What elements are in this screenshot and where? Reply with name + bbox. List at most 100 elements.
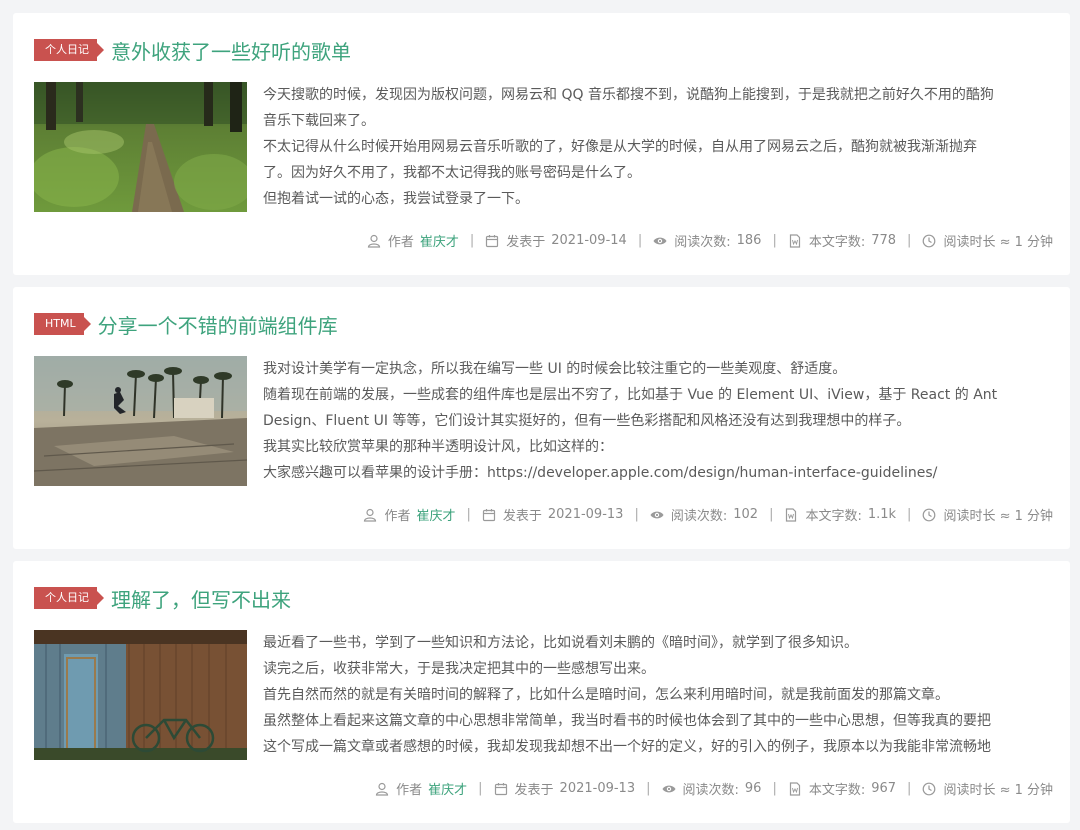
read-time: 阅读时长 ≈ 1 分钟 [943,235,1053,250]
meta-divider: | [646,781,651,796]
user-icon [363,508,377,522]
excerpt-line: 我其实比较欣赏苹果的那种半透明设计风，比如这样的： [263,439,613,455]
author-label: 作者 [396,783,423,798]
author-link[interactable]: 崔庆才 [428,779,467,798]
read-time: 阅读时长 ≈ 1 分钟 [943,783,1053,798]
excerpt-line: 读完之后，收获非常大，于是我决定把其中的一些感想写出来。 [263,661,655,677]
meta-date: 发表于 2021-09-13 [494,779,636,798]
post-thumbnail[interactable] [34,356,247,486]
author-label: 作者 [387,235,414,250]
meta-date: 发表于 2021-09-14 [485,231,627,250]
meta-divider: | [769,507,774,522]
excerpt-line: 今天搜歌的时候，发现因为版权问题，网易云和 QQ 音乐都搜不到，说酷狗上能搜到，… [263,87,994,103]
post-title[interactable]: 分享一个不错的前端组件库 [98,310,338,339]
user-icon [367,234,381,248]
meta-read-time: 阅读时长 ≈ 1 分钟 [922,779,1053,798]
date-label: 发表于 [502,509,542,524]
post-card: 个人日记 意外收获了一些好听的歌单 今天搜歌的时候，发现因为版权问题，网易云和 … [13,13,1070,275]
meta-divider: | [466,507,471,522]
words-count: 1.1k [867,507,897,522]
post-excerpt: 我对设计美学有一定执念，所以我在编写一些 UI 的时候会比较注重它的一些美观度、… [263,356,1055,486]
post-excerpt: 最近看了一些书，学到了一些知识和方法论，比如说看刘未鹏的《暗时间》，就学到了很多… [263,630,1055,760]
post-thumbnail[interactable] [34,82,247,212]
author-link[interactable]: 崔庆才 [420,231,459,250]
calendar-icon [482,508,496,522]
words-label: 本文字数: [805,509,862,524]
post-card: 个人日记 理解了，但写不出来 最近看了一些书，学到了一些知识和方法论，比如说看刘… [13,561,1070,823]
meta-author: 作者 崔庆才 [367,231,459,250]
eye-icon [650,508,664,522]
words-count: 778 [871,233,897,248]
excerpt-line: Design、Fluent UI 等等，它们设计其实挺好的，但有一些色彩搭配和风… [263,413,911,429]
clock-icon [922,234,936,248]
meta-divider: | [478,781,483,796]
excerpt-line: 首先自然而然的就是有关暗时间的解释了，比如什么是暗时间，怎么来利用暗时间，就是我… [263,687,949,703]
document-icon [788,781,802,796]
date-label: 发表于 [506,235,546,250]
words-label: 本文字数: [808,783,866,798]
views-count: 186 [736,233,762,248]
post-date: 2021-09-14 [551,233,627,248]
post-header: 个人日记 意外收获了一些好听的歌单 [34,36,351,65]
post-meta: 作者 崔庆才 | 发表于 2021-09-13 | 阅读次数: 102 | 本文… [363,505,1053,524]
meta-read-time: 阅读时长 ≈ 1 分钟 [922,505,1053,524]
meta-divider: | [469,233,475,248]
meta-divider: | [907,233,912,248]
meta-divider: | [637,233,643,248]
meta-divider: | [772,233,777,248]
excerpt-line: 大家感兴趣可以看苹果的设计手册：https://developer.apple.… [263,465,938,481]
excerpt-line: 音乐下载回来了。 [263,113,375,129]
post-excerpt: 今天搜歌的时候，发现因为版权问题，网易云和 QQ 音乐都搜不到，说酷狗上能搜到，… [263,82,1055,212]
meta-words: 本文字数: 967 [788,779,896,798]
post-header: 个人日记 理解了，但写不出来 [34,584,291,613]
document-icon [784,507,798,522]
meta-date: 发表于 2021-09-13 [482,505,624,524]
excerpt-line: 但抱着试一试的心态，我尝试登录了一下。 [263,191,529,207]
category-tag[interactable]: HTML [34,313,91,335]
views-count: 102 [733,507,759,522]
read-time: 阅读时长 ≈ 1 分钟 [943,509,1053,524]
post-date: 2021-09-13 [559,781,636,796]
user-icon [375,782,389,796]
excerpt-line: 随着现在前端的发展，一些成套的组件库也是层出不穷了，比如基于 Vue 的 Ele… [263,387,998,403]
post-title[interactable]: 意外收获了一些好听的歌单 [111,36,351,65]
excerpt-line: 了。因为好久不用了，我都不太记得我的账号密码是什么了。 [263,165,641,181]
category-tag[interactable]: 个人日记 [34,587,104,609]
author-label: 作者 [384,509,411,524]
calendar-icon [485,234,499,248]
date-label: 发表于 [514,783,554,798]
post-header: HTML 分享一个不错的前端组件库 [34,310,338,339]
meta-read-time: 阅读时长 ≈ 1 分钟 [922,231,1053,250]
post-title[interactable]: 理解了，但写不出来 [111,584,291,613]
post-thumbnail[interactable] [34,630,247,760]
author-link[interactable]: 崔庆才 [416,505,455,524]
calendar-icon [494,782,508,796]
meta-divider: | [907,507,912,522]
words-count: 967 [871,781,897,796]
post-date: 2021-09-13 [547,507,624,522]
eye-icon [662,782,676,796]
meta-author: 作者 崔庆才 [375,779,467,798]
meta-divider: | [634,507,639,522]
forest-path-image [34,82,247,212]
views-label: 阅读次数: [674,235,731,250]
document-icon [788,233,802,248]
views-count: 96 [744,781,762,796]
meta-words: 本文字数: 778 [788,231,896,250]
excerpt-line: 不太记得从什么时候开始用网易云音乐听歌的了，好像是从大学的时候，自从用了网易云之… [263,139,977,155]
post-meta: 作者 崔庆才 | 发表于 2021-09-14 | 阅读次数: 186 | 本文… [367,231,1053,250]
post-meta: 作者 崔庆才 | 发表于 2021-09-13 | 阅读次数: 96 | 本文字… [375,779,1053,798]
meta-divider: | [772,781,777,796]
views-label: 阅读次数: [670,509,728,524]
excerpt-line: 虽然整体上看起来这篇文章的中心思想非常简单，我当时看书的时候也体会到了其中的一些… [263,713,991,729]
excerpt-line: 这个写成一篇文章或者感想的时候，我却发现我却想不出一个好的定义，好的引入的例子，… [263,739,991,755]
views-label: 阅读次数: [682,783,739,798]
category-tag[interactable]: 个人日记 [34,39,104,61]
meta-author: 作者 崔庆才 [363,505,455,524]
wooden-shed-image [34,630,247,760]
meta-views: 阅读次数: 96 [662,779,762,798]
meta-views: 阅读次数: 186 [653,231,761,250]
post-card: HTML 分享一个不错的前端组件库 我对设计美学有一定执念，所以我在编写一些 U… [13,287,1070,549]
excerpt-line: 最近看了一些书，学到了一些知识和方法论，比如说看刘未鹏的《暗时间》，就学到了很多… [263,635,858,651]
excerpt-line: 我对设计美学有一定执念，所以我在编写一些 UI 的时候会比较注重它的一些美观度、… [263,361,847,377]
